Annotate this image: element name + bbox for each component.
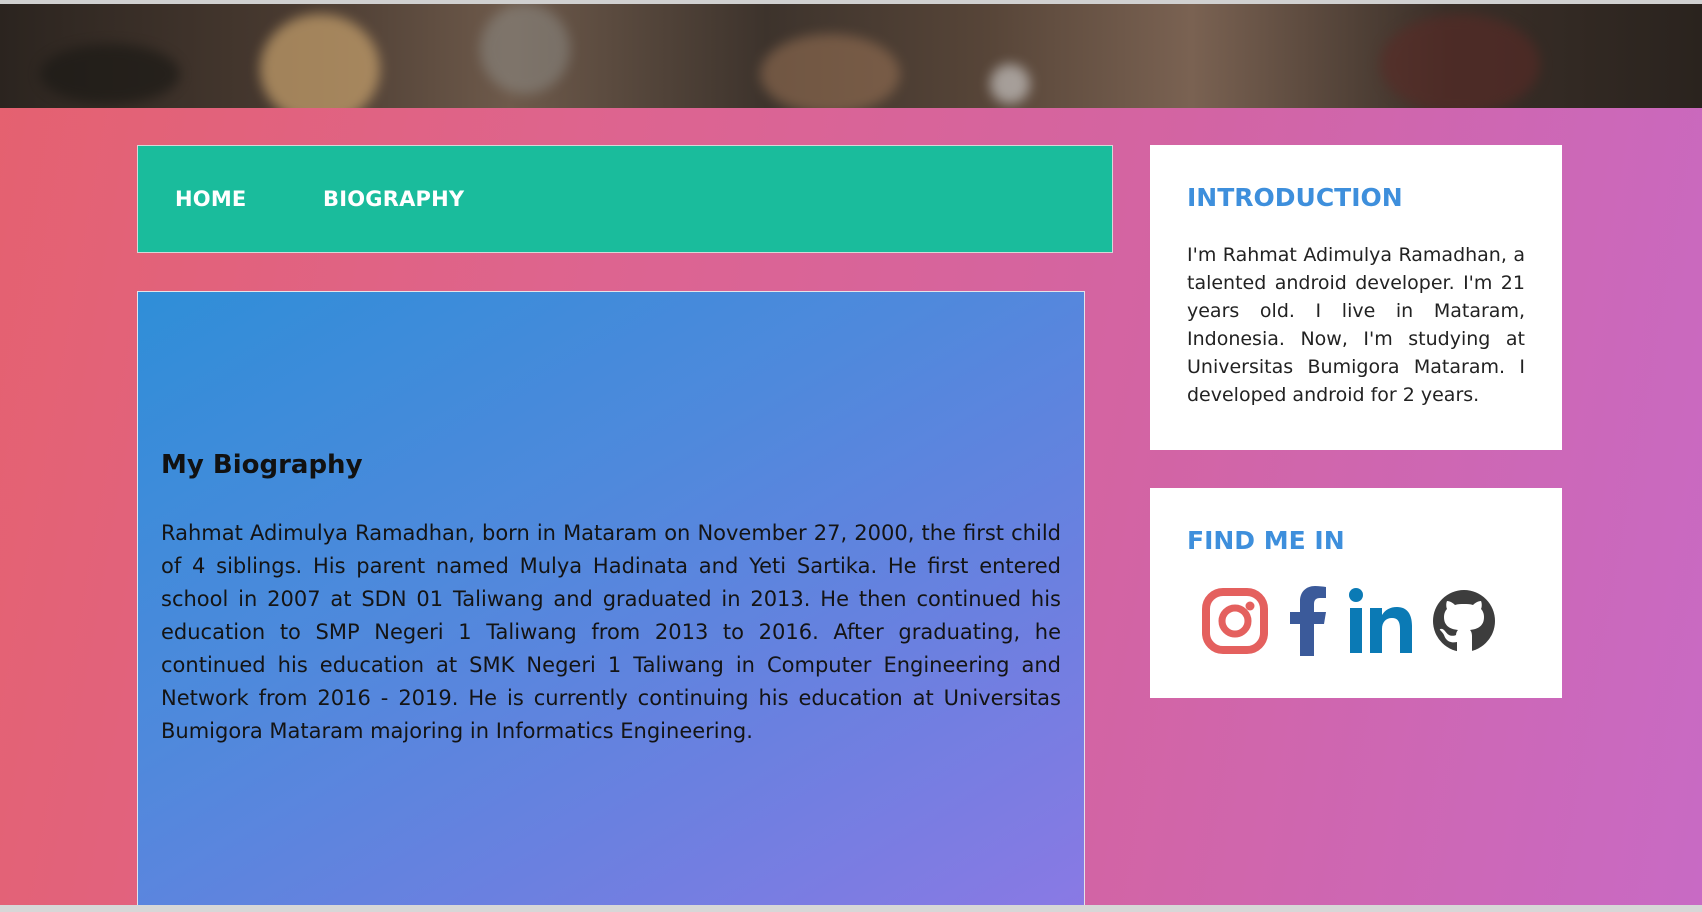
introduction-text: I'm Rahmat Adimulya Ramadhan, a talented… [1187,244,1525,406]
find-me-title: FIND ME IN [1187,526,1345,555]
find-me-card: FIND ME IN [1150,488,1562,698]
facebook-icon[interactable] [1288,586,1328,656]
biography-card: My Biography Rahmat Adimulya Ramadhan, b… [137,291,1085,905]
instagram-icon[interactable] [1202,586,1268,656]
header-banner-image [0,4,1702,108]
introduction-title: INTRODUCTION [1187,183,1403,212]
navbar: HOME BIOGRAPHY [137,145,1113,253]
window-bottom-edge [0,905,1702,912]
introduction-card: INTRODUCTION I'm Rahmat Adimulya Ramadha… [1150,145,1562,450]
linkedin-icon[interactable] [1348,586,1414,656]
github-icon[interactable] [1430,586,1498,656]
nav-biography-link[interactable]: BIOGRAPHY [323,187,464,211]
page-viewport: HOME BIOGRAPHY My Biography Rahmat Adimu… [0,0,1702,905]
biography-title: My Biography [161,450,363,480]
nav-home-link[interactable]: HOME [175,187,246,211]
biography-text: Rahmat Adimulya Ramadhan, born in Matara… [161,521,1061,743]
